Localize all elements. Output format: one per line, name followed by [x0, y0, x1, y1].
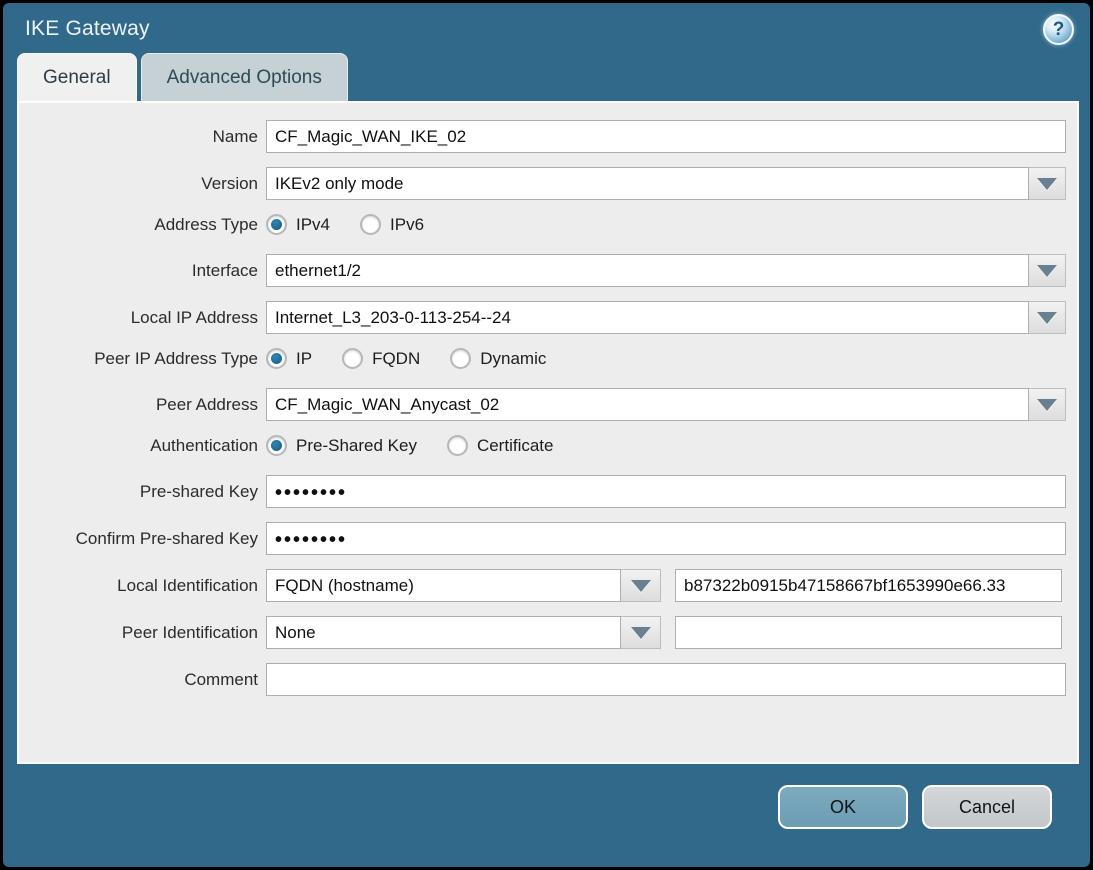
version-dropdown-button[interactable]: [1029, 167, 1066, 200]
peer-address-dropdown-button[interactable]: [1029, 388, 1066, 421]
chevron-down-icon: [1037, 312, 1057, 324]
name-label: Name: [19, 127, 258, 147]
general-tab-panel: Name Version Address Type IPv4: [17, 101, 1079, 764]
peer-identification-value-input[interactable]: [675, 616, 1062, 649]
address-type-label: Address Type: [19, 215, 258, 235]
preshared-key-input[interactable]: [266, 475, 1066, 508]
radio-label: IPv6: [390, 215, 424, 235]
tab-advanced-options[interactable]: Advanced Options: [141, 53, 348, 101]
peer-address-input[interactable]: [266, 388, 1029, 421]
radio-unselected-icon: [360, 214, 381, 235]
peer-identification-label: Peer Identification: [19, 623, 258, 643]
local-identification-dropdown-button[interactable]: [621, 569, 661, 602]
local-ip-input[interactable]: [266, 301, 1029, 334]
radio-option-ipv4[interactable]: IPv4: [266, 214, 330, 235]
ike-gateway-dialog: IKE Gateway ? General Advanced Options N…: [0, 0, 1093, 870]
peer-address-row: Peer Address: [19, 388, 1077, 421]
help-icon[interactable]: ?: [1043, 14, 1074, 45]
chevron-down-icon: [631, 580, 651, 592]
preshared-key-label: Pre-shared Key: [19, 482, 258, 502]
local-identification-value-input[interactable]: [675, 569, 1062, 602]
peer-address-label: Peer Address: [19, 395, 258, 415]
question-mark-glyph: ?: [1053, 19, 1065, 41]
comment-row: Comment: [19, 663, 1077, 696]
radio-unselected-icon: [450, 348, 471, 369]
peer-ip-type-label: Peer IP Address Type: [19, 349, 258, 369]
address-type-row: Address Type IPv4 IPv6: [19, 214, 1077, 235]
dialog-footer: OK Cancel: [3, 785, 1052, 829]
chevron-down-icon: [631, 627, 651, 639]
radio-label: Dynamic: [480, 349, 546, 369]
radio-option-dynamic[interactable]: Dynamic: [450, 348, 546, 369]
chevron-down-icon: [1037, 399, 1057, 411]
chevron-down-icon: [1037, 178, 1057, 190]
comment-label: Comment: [19, 670, 258, 690]
comment-input[interactable]: [266, 663, 1066, 696]
radio-selected-icon: [266, 348, 287, 369]
chevron-down-icon: [1037, 265, 1057, 277]
tab-bar: General Advanced Options: [3, 53, 1090, 101]
interface-dropdown-button[interactable]: [1029, 254, 1066, 287]
radio-selected-icon: [266, 214, 287, 235]
local-ip-row: Local IP Address: [19, 301, 1077, 334]
radio-label: IP: [296, 349, 312, 369]
name-row: Name: [19, 120, 1077, 153]
authentication-row: Authentication Pre-Shared Key Certificat…: [19, 435, 1077, 456]
radio-option-fqdn[interactable]: FQDN: [342, 348, 420, 369]
name-input[interactable]: [266, 120, 1066, 153]
radio-unselected-icon: [342, 348, 363, 369]
peer-identification-dropdown-button[interactable]: [621, 616, 661, 649]
interface-row: Interface: [19, 254, 1077, 287]
radio-option-certificate[interactable]: Certificate: [447, 435, 554, 456]
ok-button[interactable]: OK: [778, 785, 908, 829]
radio-label: IPv4: [296, 215, 330, 235]
local-ip-label: Local IP Address: [19, 308, 258, 328]
confirm-preshared-key-row: Confirm Pre-shared Key: [19, 522, 1077, 555]
local-identification-type-select[interactable]: [266, 569, 621, 602]
radio-selected-icon: [266, 435, 287, 456]
local-identification-label: Local Identification: [19, 576, 258, 596]
confirm-preshared-key-label: Confirm Pre-shared Key: [19, 529, 258, 549]
local-ip-dropdown-button[interactable]: [1029, 301, 1066, 334]
preshared-key-row: Pre-shared Key: [19, 475, 1077, 508]
peer-identification-row: Peer Identification: [19, 616, 1077, 649]
cancel-button[interactable]: Cancel: [922, 785, 1052, 829]
peer-identification-type-select[interactable]: [266, 616, 621, 649]
confirm-preshared-key-input[interactable]: [266, 522, 1066, 555]
radio-option-pre-shared-key[interactable]: Pre-Shared Key: [266, 435, 417, 456]
radio-label: FQDN: [372, 349, 420, 369]
radio-option-ipv6[interactable]: IPv6: [360, 214, 424, 235]
radio-option-ip[interactable]: IP: [266, 348, 312, 369]
radio-label: Pre-Shared Key: [296, 436, 417, 456]
radio-unselected-icon: [447, 435, 468, 456]
interface-label: Interface: [19, 261, 258, 281]
version-row: Version: [19, 167, 1077, 200]
version-label: Version: [19, 174, 258, 194]
peer-ip-type-row: Peer IP Address Type IP FQDN Dynamic: [19, 348, 1077, 369]
authentication-label: Authentication: [19, 436, 258, 456]
radio-label: Certificate: [477, 436, 554, 456]
dialog-title: IKE Gateway: [3, 3, 1090, 53]
tab-general[interactable]: General: [17, 53, 137, 101]
local-identification-row: Local Identification: [19, 569, 1077, 602]
version-input[interactable]: [266, 167, 1029, 200]
interface-input[interactable]: [266, 254, 1029, 287]
